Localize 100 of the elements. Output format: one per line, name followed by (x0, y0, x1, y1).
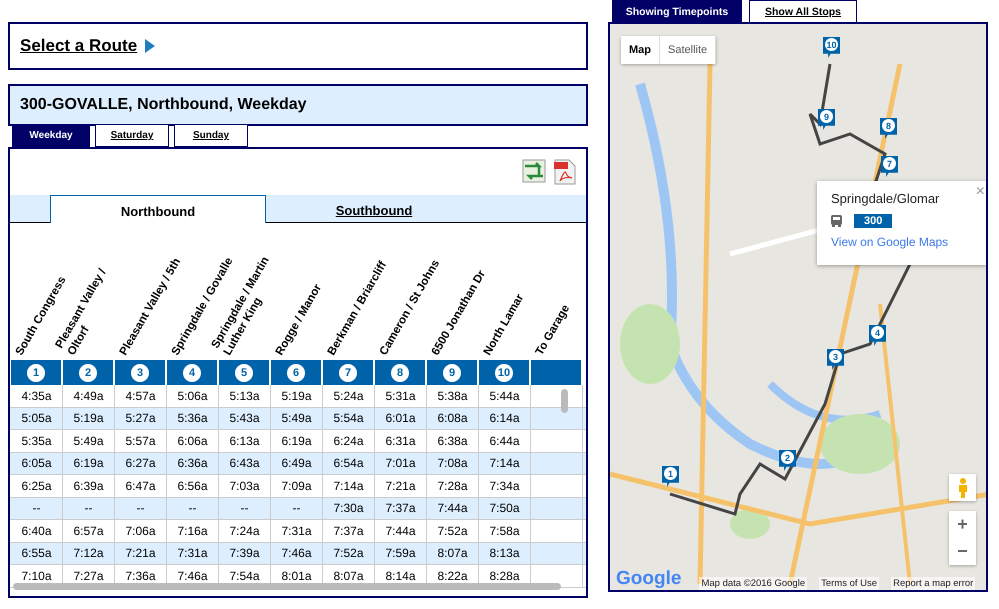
time-cell: 5:36a (167, 408, 219, 429)
time-cell: 7:37a (323, 520, 375, 542)
time-cell: 6:31a (375, 430, 427, 452)
time-cell: 7:44a (375, 520, 427, 542)
time-cell: 6:05a (11, 452, 63, 474)
timepoint-number: 7 (339, 364, 357, 382)
marker-number: 7 (883, 157, 896, 170)
time-cell: 6:44a (479, 430, 531, 452)
marker-number: 1 (664, 467, 677, 480)
marker-number: 2 (781, 451, 794, 464)
timepoint-header (531, 360, 581, 385)
time-cell: 5:19a (63, 408, 115, 429)
time-cell: 7:50a (479, 498, 531, 519)
time-cell: 5:05a (11, 408, 63, 429)
map-footer-link[interactable]: Report a map error (891, 577, 976, 590)
time-cell: 4:49a (63, 385, 115, 406)
time-cell: 5:13a (219, 385, 271, 406)
timepoint-number: 5 (235, 364, 253, 382)
map-footer-link[interactable]: Terms of Use (819, 577, 880, 590)
timepoint-number: 8 (391, 364, 409, 382)
select-route-link[interactable]: Select a Route (20, 36, 138, 56)
time-cell: 5:24a (323, 385, 375, 406)
swap-arrows-icon[interactable] (522, 159, 546, 183)
time-cell: 7:31a (271, 520, 323, 542)
time-cell: 6:13a (219, 430, 271, 452)
zoom-in-button[interactable]: + (949, 511, 976, 538)
time-cell: 7:24a (219, 520, 271, 542)
vertical-scrollbar[interactable] (561, 389, 568, 413)
time-cell: 7:14a (479, 452, 531, 474)
time-cell: 7:59a (375, 542, 427, 564)
pdf-icon[interactable] (554, 159, 576, 185)
marker-number: 10 (825, 38, 838, 51)
route-number-tag: 300 (854, 214, 892, 228)
time-cell: 6:57a (63, 520, 115, 542)
google-logo: Google (616, 568, 682, 590)
time-cell: 7:21a (375, 475, 427, 496)
map-type-button[interactable]: Map (621, 36, 660, 64)
day-tab[interactable]: Weekday (12, 124, 90, 147)
play-arrow-icon (145, 39, 156, 53)
popup-title: Springdale/Glomar (831, 191, 940, 206)
timepoint-number: 4 (183, 364, 201, 382)
time-cell: 6:47a (115, 475, 167, 496)
time-cell: 6:14a (479, 408, 531, 429)
person-icon (956, 478, 968, 498)
time-cell: 6:39a (63, 475, 115, 496)
horizontal-scrollbar[interactable] (13, 583, 561, 590)
bus-icon (831, 215, 842, 227)
time-cell: -- (167, 498, 219, 519)
route-title: 300-GOVALLE, Northbound, Weekday (8, 84, 588, 126)
timepoint-number: 6 (287, 364, 305, 382)
time-cell: 7:52a (427, 520, 479, 542)
time-cell: 7:31a (167, 542, 219, 564)
time-cell: 6:55a (11, 542, 63, 564)
time-cell: 6:01a (375, 408, 427, 429)
time-cell: 7:58a (479, 520, 531, 542)
day-tab[interactable]: Saturday (95, 124, 169, 147)
time-cell: 7:30a (323, 498, 375, 519)
map-attribution: Map data ©2016 Google (699, 577, 808, 590)
time-cell: 6:19a (271, 430, 323, 452)
direction-tab[interactable]: Northbound (50, 195, 266, 223)
time-cell: 6:40a (11, 520, 63, 542)
time-cell: 7:01a (375, 452, 427, 474)
time-cell: 7:37a (375, 498, 427, 519)
time-cell: 7:34a (479, 475, 531, 496)
map-mode-tab[interactable]: Show All Stops (749, 0, 857, 22)
time-cell: 5:49a (271, 408, 323, 429)
time-cell: 7:12a (63, 542, 115, 564)
street-view-button[interactable] (949, 474, 976, 501)
time-cell: 5:27a (115, 408, 167, 429)
time-cell: 5:43a (219, 408, 271, 429)
map-type-button[interactable]: Satellite (660, 36, 716, 64)
marker-number: 3 (829, 350, 842, 363)
time-cell: 6:06a (167, 430, 219, 452)
time-cell: 6:56a (167, 475, 219, 496)
time-cell: 7:39a (219, 542, 271, 564)
google-maps-link[interactable]: View on Google Maps (831, 235, 948, 249)
marker-number: 4 (871, 326, 884, 339)
time-cell: 7:52a (323, 542, 375, 564)
timepoint-number: 9 (443, 364, 461, 382)
direction-tab[interactable]: Southbound (266, 195, 482, 223)
time-cell: 7:14a (323, 475, 375, 496)
marker-number: 8 (882, 119, 895, 132)
time-cell: 5:35a (11, 430, 63, 452)
day-tab[interactable]: Sunday (174, 124, 248, 147)
time-cell: 5:57a (115, 430, 167, 452)
time-cell: 6:25a (11, 475, 63, 496)
time-cell: 7:09a (271, 475, 323, 496)
time-cell: 6:54a (323, 452, 375, 474)
time-cell: 5:44a (479, 385, 531, 406)
marker-number: 9 (820, 110, 833, 123)
time-cell: -- (219, 498, 271, 519)
time-cell: 4:35a (11, 385, 63, 406)
time-cell: -- (63, 498, 115, 519)
time-cell: 7:03a (219, 475, 271, 496)
time-cell: -- (271, 498, 323, 519)
timepoint-number: 3 (131, 364, 149, 382)
time-cell: 5:06a (167, 385, 219, 406)
map-mode-tab[interactable]: Showing Timepoints (612, 0, 742, 22)
zoom-out-button[interactable]: − (949, 538, 976, 565)
timepoint-number: 1 (27, 364, 45, 382)
